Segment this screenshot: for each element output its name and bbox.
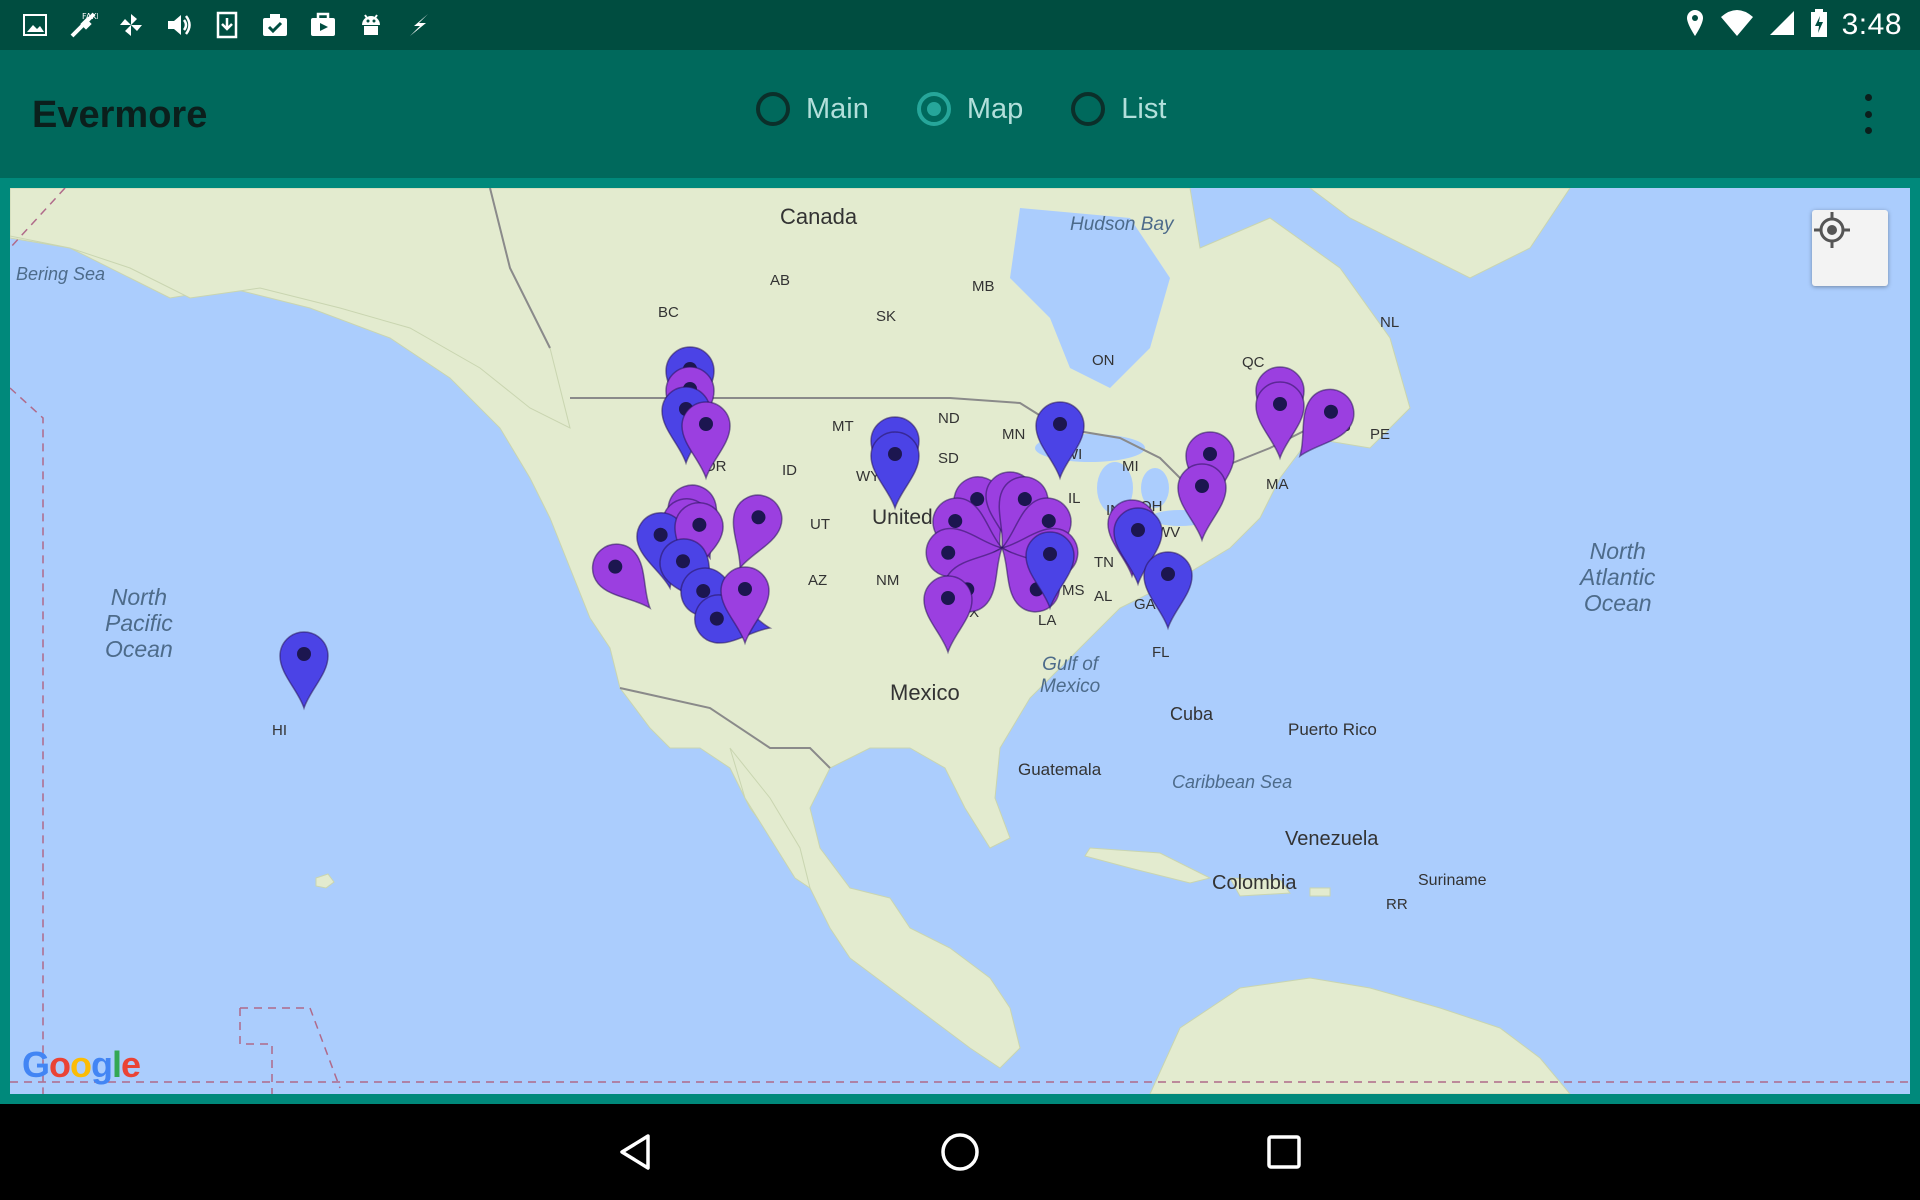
radio-circle[interactable] [916,92,951,126]
android-icon [356,10,386,40]
clock: 3:48 [1841,8,1902,41]
my-location-button[interactable] [1812,210,1888,286]
volume-icon [164,10,194,40]
app-bar: Evermore Main Map List [0,50,1920,178]
tab-label: List [1121,92,1167,125]
my-location-icon [1814,212,1850,248]
briefcase-play-icon [308,10,338,40]
google-logo: Google [22,1044,141,1085]
status-bar: FAKE 3:48 [0,0,1920,50]
map-marker[interactable] [923,575,973,655]
navigation-bar [0,1104,1920,1200]
map-view[interactable]: Canada Hudson Bay Bering Sea North Pacif… [10,188,1910,1094]
satellite-fake-icon: FAKE [68,10,98,40]
image-icon [20,10,50,40]
map-marker[interactable] [1255,381,1305,461]
wifi-icon [1720,9,1754,42]
download-icon [212,10,242,40]
signal-icon [1768,9,1796,42]
clipboard-check-icon [260,10,290,40]
pinwheel-icon [116,10,146,40]
app-title: Evermore [32,94,208,136]
tab-main[interactable]: Main [756,92,869,126]
tab-label: Main [806,92,869,125]
view-mode-radio-group: Main Map List [756,92,1166,126]
map-marker[interactable] [717,488,788,576]
radio-circle[interactable] [756,92,790,126]
tab-map[interactable]: Map [916,92,1024,126]
home-icon[interactable] [934,1126,986,1178]
recents-icon[interactable] [1258,1126,1310,1178]
map-marker[interactable] [279,631,329,711]
system-icons: 3:48 [1684,8,1902,42]
marker-layer [10,188,1910,1094]
map-marker[interactable] [1177,463,1227,543]
tab-label: Map [966,92,1024,125]
svg-text:FAKE: FAKE [82,12,98,21]
map-marker[interactable] [870,431,920,511]
location-icon [1684,8,1706,43]
more-vert-icon[interactable] [1862,94,1874,134]
map-frame: Canada Hudson Bay Bering Sea North Pacif… [0,178,1920,1104]
map-marker[interactable] [1035,401,1085,481]
back-icon[interactable] [610,1126,662,1178]
radio-circle[interactable] [1071,92,1106,126]
flash-icon [404,10,434,40]
map-marker[interactable] [1143,551,1193,631]
notification-icons: FAKE [20,10,434,40]
tab-list[interactable]: List [1071,92,1166,126]
battery-charging-icon [1810,8,1828,43]
map-marker[interactable] [681,401,731,481]
